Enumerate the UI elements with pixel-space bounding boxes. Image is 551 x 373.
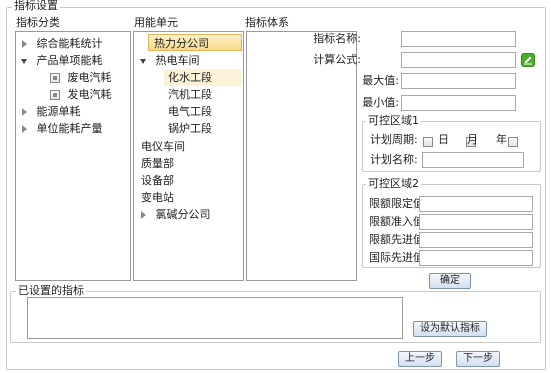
formula-label: 计算公式: [313, 53, 361, 66]
next-step-button[interactable]: 下一步 [456, 351, 500, 367]
tree-item-water-section[interactable]: 化水工段 [164, 69, 242, 86]
plan-period-label: 计划周期: [370, 133, 418, 146]
edit-formula-icon[interactable] [521, 53, 535, 67]
panel-title: 指标设置 [12, 0, 60, 12]
tree-item-turbine-section[interactable]: 汽机工段 [168, 86, 212, 103]
max-input[interactable] [401, 73, 516, 89]
category-header: 指标分类 [16, 16, 60, 29]
expand-arrow-icon[interactable] [22, 108, 27, 116]
tree-item-instrument-workshop[interactable]: 电仪车间 [141, 138, 185, 155]
tree-item-label: 氯碱分公司 [155, 208, 211, 221]
tree-item-label: 热力分公司 [154, 37, 209, 50]
tree-item-thermal-workshop[interactable]: 热电车间 [140, 52, 200, 69]
set-indicators-list[interactable] [27, 297, 403, 339]
tree-item-label: 电气工段 [168, 105, 212, 118]
name-label: 指标名称: [313, 32, 361, 45]
collapse-arrow-icon[interactable] [140, 58, 146, 64]
tree-item-label: 化水工段 [168, 71, 212, 84]
system-tree[interactable] [246, 31, 357, 281]
tree-item-electrical-section[interactable]: 电气工段 [168, 103, 212, 120]
tree-item-label: 质量部 [141, 157, 174, 170]
day-checkbox[interactable] [423, 137, 433, 147]
day-label: 日 [438, 133, 449, 146]
tree-item-label: 汽机工段 [168, 88, 212, 101]
year-label: 年 [496, 133, 507, 146]
tree-item-label: 变电站 [141, 191, 174, 204]
confirm-button[interactable]: 确定 [429, 273, 471, 289]
set-default-button[interactable]: 设为默认指标 [413, 321, 487, 337]
collapse-arrow-icon[interactable] [21, 58, 27, 64]
formula-input[interactable] [401, 52, 516, 68]
checkbox[interactable] [50, 73, 60, 83]
control-area-1-title: 可控区域1 [366, 114, 421, 127]
checkbox[interactable] [50, 90, 60, 100]
plan-name-label: 计划名称: [370, 153, 418, 166]
tree-item-label: 设备部 [141, 174, 174, 187]
advanced-value-input[interactable] [419, 232, 533, 248]
max-label: 最大值: [362, 74, 399, 87]
system-header: 指标体系 [245, 16, 289, 29]
tree-item-equipment-dept[interactable]: 设备部 [141, 172, 174, 189]
tree-item-comprehensive[interactable]: 综合能耗统计 [22, 35, 103, 52]
min-label: 最小值: [362, 96, 399, 109]
category-tree[interactable]: 综合能耗统计 产品单项能耗 废电汽耗 发电汽耗 能源单耗 单位能耗产量 [15, 31, 131, 281]
tree-item-quality-dept[interactable]: 质量部 [141, 155, 174, 172]
tree-item-label: 锅炉工段 [168, 122, 212, 135]
expand-arrow-icon[interactable] [22, 125, 27, 133]
tree-item-waste-steam[interactable]: 废电汽耗 [50, 69, 112, 86]
tree-item-label: 电仪车间 [141, 140, 185, 153]
name-input[interactable] [401, 31, 516, 47]
tree-item-label: 能源单耗 [36, 105, 81, 118]
tree-item-label: 热电车间 [155, 54, 200, 67]
tree-item-power-steam[interactable]: 发电汽耗 [50, 86, 112, 103]
tree-item-boiler-section[interactable]: 锅炉工段 [168, 120, 212, 137]
entry-value-input[interactable] [419, 214, 533, 230]
tree-item-label: 产品单项能耗 [36, 54, 103, 67]
tree-item-substation[interactable]: 变电站 [141, 189, 174, 206]
expand-arrow-icon[interactable] [22, 40, 27, 48]
expand-arrow-icon[interactable] [141, 211, 146, 219]
year-checkbox[interactable] [508, 137, 518, 147]
tree-item-energy-unit[interactable]: 能源单耗 [22, 103, 81, 120]
tree-item-product[interactable]: 产品单项能耗 [21, 52, 103, 69]
plan-name-input[interactable] [422, 152, 524, 168]
tree-item-chlor-alkali[interactable]: 氯碱分公司 [141, 206, 211, 223]
previous-step-button[interactable]: 上一步 [398, 351, 442, 367]
min-input[interactable] [401, 95, 516, 111]
limit-value-input[interactable] [419, 196, 533, 212]
tree-item-label: 单位能耗产量 [36, 122, 103, 135]
intl-value-input[interactable] [419, 250, 533, 266]
unit-tree[interactable]: 热力分公司 热电车间 化水工段 汽机工段 电气工段 锅炉工段 电仪车间 质量部 … [133, 31, 244, 281]
tree-item-thermal-branch[interactable]: 热力分公司 [148, 34, 242, 51]
tree-item-unit-output[interactable]: 单位能耗产量 [22, 120, 103, 137]
month-label: 月 [467, 133, 478, 146]
tree-item-label: 废电汽耗 [67, 71, 112, 84]
set-indicators-title: 已设置的指标 [16, 284, 86, 297]
unit-header: 用能单元 [134, 16, 178, 29]
tree-item-label: 综合能耗统计 [36, 37, 103, 50]
tree-item-label: 发电汽耗 [67, 88, 112, 101]
control-area-2-title: 可控区域2 [366, 177, 421, 190]
